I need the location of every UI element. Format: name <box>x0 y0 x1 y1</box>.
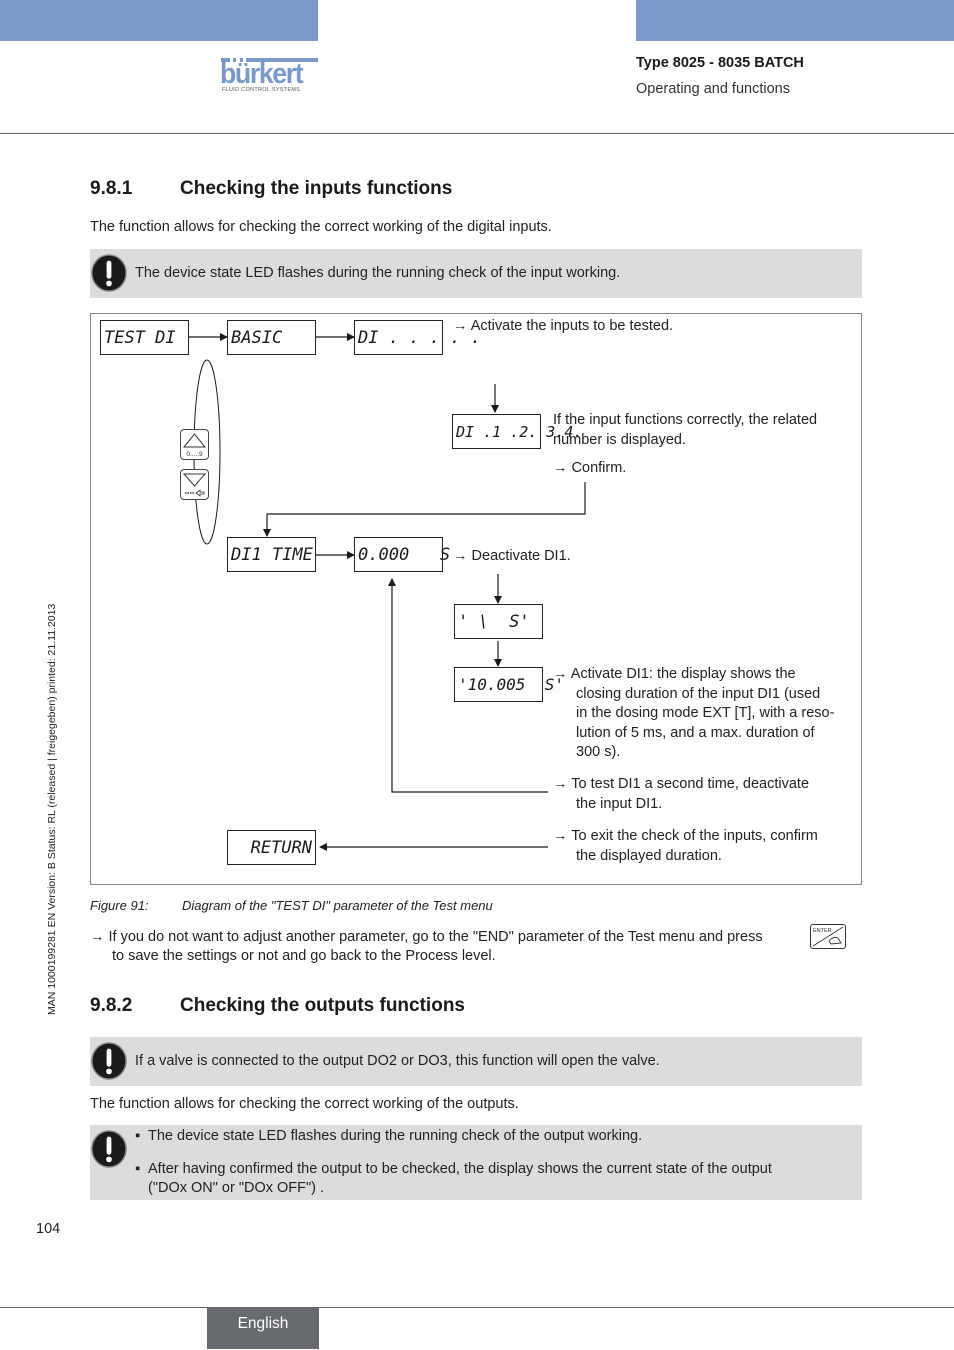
text-line: → To exit the check of the inputs, confi… <box>553 828 818 844</box>
display-running: ' \ S' <box>454 604 543 639</box>
text-confirm: → Confirm. <box>553 460 627 476</box>
display-di-numbers: DI .1 .2. 3.4. <box>452 414 582 449</box>
text-line: closing duration of the input DI1 (used <box>576 685 821 702</box>
figure-caption-text: Diagram of the "TEST DI" parameter of th… <box>182 898 493 913</box>
text-line: the displayed duration. <box>576 847 722 864</box>
section-number: 9.8.1 <box>90 178 133 199</box>
text-line: → To test DI1 a second time, deactivate <box>553 776 810 792</box>
up-triangle-icon: 0.....9 <box>182 433 207 458</box>
figure-number: Figure 91: <box>90 898 149 913</box>
section-heading-9-8-1: 9.8.1 Checking the inputs functions <box>90 178 452 200</box>
display-zero-time: 0.000 S <box>354 537 450 572</box>
warning-note-valve: If a valve is connected to the output DO… <box>90 1037 862 1086</box>
up-key[interactable]: 0.....9 <box>180 429 209 460</box>
language-tab: English <box>207 1308 319 1349</box>
display-di1-time: DI1 TIME <box>227 537 316 572</box>
warning-exclamation-icon <box>91 254 127 292</box>
warning-note-outputs: ▪ The device state LED flashes during th… <box>90 1125 862 1200</box>
section1-intro: The function allows for checking the cor… <box>90 219 552 235</box>
display-basic: BASIC <box>227 320 316 355</box>
display-di-dots: DI . . . . . <box>354 320 481 355</box>
bullet-state-display: After having confirmed the output to be … <box>148 1161 772 1177</box>
header-divider <box>0 133 954 134</box>
note-text: If a valve is connected to the output DO… <box>135 1053 660 1069</box>
bullet-marker: ▪ <box>135 1161 141 1177</box>
warning-note-inputs: The device state LED flashes during the … <box>90 249 862 298</box>
text-activate-di1: → Activate DI1: the display shows the cl… <box>553 665 834 763</box>
down-triangle-icon <box>182 473 207 497</box>
logo-wordmark: bürkert <box>220 58 304 90</box>
bullet-led-flash: The device state LED flashes during the … <box>148 1128 643 1144</box>
down-key[interactable] <box>180 469 209 500</box>
header-band-right <box>636 0 954 41</box>
footer-divider <box>0 1307 954 1308</box>
section-heading-9-8-2: 9.8.2 Checking the outputs functions <box>90 995 465 1017</box>
text-if-input-1: If the input functions correctly, the re… <box>553 412 818 428</box>
end-instruction-line1: → If you do not want to adjust another p… <box>90 929 763 945</box>
bullet-state-display-cont: ("DOx ON" or "DOx OFF") . <box>148 1180 325 1196</box>
document-metadata-label: MAN 1000199281 EN Version: B Status: RL … <box>46 603 58 1015</box>
text-test-again: → To test DI1 a second time, deactivate … <box>553 775 809 814</box>
warning-exclamation-icon <box>91 1042 127 1080</box>
burkert-logo: bürkert FLUID CONTROL SYSTEMS <box>220 58 319 96</box>
section-number: 9.8.2 <box>90 995 133 1016</box>
section2-intro: The function allows for checking the cor… <box>90 1096 519 1112</box>
note-text: The device state LED flashes during the … <box>135 265 621 281</box>
section-title: Checking the inputs functions <box>180 178 453 199</box>
text-if-input-2: number is displayed. <box>553 432 686 448</box>
display-measured: '10.005 S' <box>454 667 564 702</box>
text-exit: → To exit the check of the inputs, confi… <box>553 827 818 866</box>
text-line: → Activate DI1: the display shows the <box>553 666 796 682</box>
enter-key-label: ENTER <box>813 928 832 934</box>
warning-exclamation-icon <box>91 1130 127 1168</box>
arrow-confirm-to-di1time <box>263 482 586 537</box>
text-line: 300 s). <box>576 744 621 760</box>
header-band-left <box>0 0 318 41</box>
figure-caption: Figure 91: Diagram of the "TEST DI" param… <box>90 898 493 913</box>
text-line: lution of 5 ms, and a max. duration of <box>576 724 815 741</box>
test-di-diagram: TEST DI BASIC DI . . . . . DI .1 .2. 3.4… <box>90 313 862 885</box>
text-line: the input DI1. <box>576 795 663 812</box>
end-instruction-line2: to save the settings or not and go back … <box>112 948 496 964</box>
section-title: Checking the outputs functions <box>180 995 465 1016</box>
display-return: RETURN <box>227 830 316 865</box>
key-up-label: 0.....9 <box>186 451 203 458</box>
chapter-title: Operating and functions <box>636 81 790 97</box>
enter-hand-icon: ENTER <box>812 926 844 947</box>
logo-tagline: FLUID CONTROL SYSTEMS <box>222 87 301 93</box>
text-activate-inputs: → Activate the inputs to be tested. <box>453 318 674 334</box>
page-number: 104 <box>36 1221 61 1237</box>
display-test-di: TEST DI <box>100 320 189 355</box>
document-type: Type 8025 - 8035 BATCH <box>636 55 804 71</box>
text-line: in the dosing mode EXT [T], with a reso- <box>576 705 835 721</box>
text-deactivate: → Deactivate DI1. <box>453 548 571 564</box>
bullet-marker: ▪ <box>135 1128 141 1144</box>
enter-key[interactable]: ENTER <box>810 924 846 949</box>
